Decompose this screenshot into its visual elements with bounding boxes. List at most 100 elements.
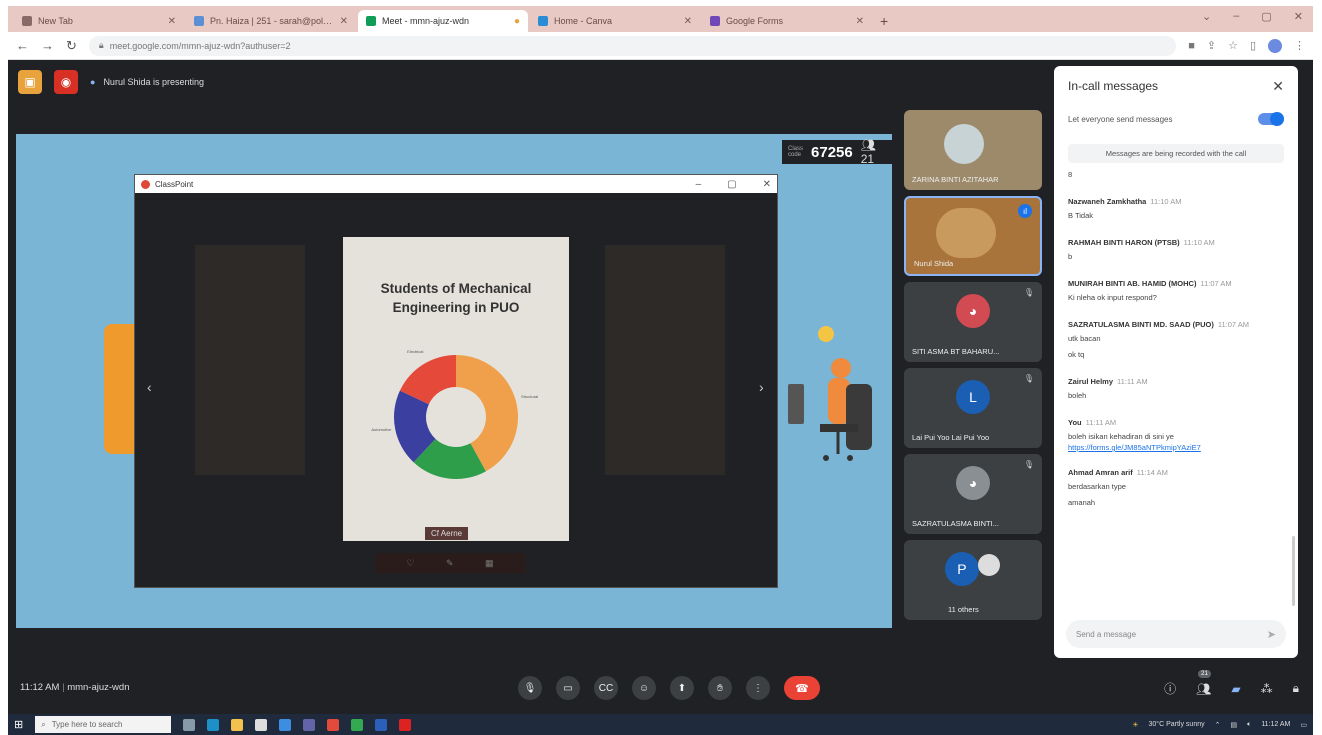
recording-icon[interactable]: ◉ (54, 70, 78, 94)
participant-video (936, 208, 996, 258)
participant-tile[interactable]: ZARINA BINTI AZITAHAR (904, 110, 1042, 190)
tab-search-icon[interactable]: ⌄ (1202, 10, 1211, 23)
reload-icon[interactable]: ↻ (66, 38, 77, 54)
participant-photo: ◕ (956, 294, 990, 328)
windows-start-icon[interactable]: ⊞ (14, 718, 23, 731)
prev-slide-icon[interactable]: ‹ (147, 379, 152, 395)
message-text: boleh isikan kehadiran di sini ye (1068, 432, 1174, 441)
cp-close-icon[interactable]: ✕ (763, 179, 771, 190)
profile-avatar[interactable] (1268, 38, 1282, 53)
host-controls-icon[interactable]: 🔒︎ (1293, 681, 1299, 696)
meeting-code: mmn-ajuz-wdn (67, 682, 130, 693)
browser-tab[interactable]: Pn. Haiza | 251 - sarah@polisas... ✕ (186, 10, 356, 32)
captions-icon[interactable]: CC (594, 676, 618, 700)
meeting-time-and-code: 11:12 AM | mmn-ajuz-wdn (20, 682, 130, 693)
people-icon[interactable]: 👥︎ 21 (1196, 669, 1211, 696)
present-icon[interactable]: ⬆ (670, 676, 694, 700)
browser-tab[interactable]: New Tab ✕ (14, 10, 184, 32)
send-messages-toggle[interactable] (1258, 112, 1284, 126)
grid-icon[interactable]: ▦ (485, 558, 494, 569)
close-window-icon[interactable]: ✕ (1294, 10, 1303, 23)
message-sender: Nazwaneh Zamkhatha (1068, 197, 1147, 206)
tray-chevron-icon[interactable]: ⌃ (1215, 721, 1221, 729)
sidepanel-icon[interactable]: ▯ (1250, 39, 1256, 52)
chat-icon[interactable]: ▰ (1231, 682, 1240, 696)
forward-icon[interactable]: → (41, 38, 54, 53)
volume-icon[interactable]: 🔈︎ (1247, 721, 1251, 729)
new-tab-button[interactable]: + (874, 13, 894, 32)
mic-icon[interactable]: 🎙︎ (518, 676, 542, 700)
taskbar-search[interactable]: ⌕ Type here to search (35, 716, 172, 733)
slide-title-line: Students of Mechanical (380, 281, 532, 296)
activities-icon[interactable]: ⁂ (1261, 682, 1273, 696)
menu-icon[interactable]: ⋮ (1294, 39, 1305, 52)
next-slide-icon[interactable]: › (759, 379, 764, 395)
more-options-icon[interactable]: ⋮ (746, 676, 770, 700)
heart-icon[interactable]: ♡ (406, 558, 414, 569)
tab-close-icon[interactable]: ✕ (684, 16, 692, 27)
donut-category-label: Automotive (371, 427, 392, 432)
info-icon[interactable]: ⓘ (1164, 680, 1176, 697)
classpoint-titlebar: ClassPoint – ▢ ✕ (135, 175, 777, 193)
maximize-icon[interactable]: ▢ (1261, 10, 1271, 23)
explorer-icon[interactable] (231, 718, 244, 731)
message-time: 11:14 AM (1136, 468, 1168, 477)
acrobat-icon[interactable] (399, 718, 412, 731)
message-sender: SAZRATULASMA BINTI MD. SAAD (PUO) (1068, 320, 1214, 329)
notifications-icon[interactable]: ▭ (1300, 721, 1307, 729)
chrome-icon[interactable] (351, 718, 364, 731)
activities-icon[interactable]: ▣ (18, 70, 42, 94)
tab-close-icon[interactable]: ✕ (856, 16, 864, 27)
emoji-icon[interactable]: ☺ (632, 676, 656, 700)
word-icon[interactable] (375, 718, 388, 731)
cp-maximize-icon[interactable]: ▢ (727, 179, 736, 190)
tab-close-icon[interactable]: ● (514, 16, 520, 27)
toggle-label: Let everyone send messages (1068, 114, 1173, 124)
chat-scrollbar[interactable] (1292, 536, 1295, 606)
cp-minimize-icon[interactable]: – (696, 179, 702, 190)
store-icon[interactable] (255, 718, 268, 731)
pen-icon[interactable]: ✎ (446, 558, 454, 569)
slide: Students of Mechanical Engineering in PU… (343, 237, 569, 541)
edge-icon[interactable] (207, 718, 220, 731)
participant-tile-speaking[interactable]: ıl Nurul Shida (904, 196, 1042, 276)
participant-name: Nurul Shida (914, 259, 954, 268)
participant-tile[interactable]: L 🎙︎ Lai Pui Yoo Lai Pui Yoo (904, 368, 1042, 448)
address-bar[interactable]: 🔒︎ meet.google.com/mmn-ajuz-wdn?authuser… (88, 35, 1177, 56)
message-text: 8 (1068, 170, 1073, 179)
tab-close-icon[interactable]: ✕ (168, 16, 176, 27)
bookmark-star-icon[interactable]: ☆ (1228, 39, 1238, 52)
browser-tab-active[interactable]: Meet - mmn-ajuz-wdn ● (358, 10, 528, 32)
speaking-icon: ıl (1018, 204, 1032, 218)
tab-close-icon[interactable]: ✕ (340, 16, 348, 27)
share-icon[interactable]: ⇪ (1207, 39, 1216, 52)
send-icon[interactable]: ➤ (1267, 628, 1276, 641)
message-time: 11:11 AM (1117, 377, 1148, 386)
message-text: Ki nleha ok input respond? (1068, 293, 1157, 302)
task-view-icon[interactable] (183, 718, 196, 731)
camera-icon[interactable]: ■ (1188, 40, 1195, 52)
mail-icon[interactable] (279, 718, 292, 731)
browser-tab[interactable]: Home - Canva ✕ (530, 10, 700, 32)
message-time: 11:10 AM (1150, 197, 1182, 206)
participant-tile-others[interactable]: P 11 others (904, 540, 1042, 620)
back-icon[interactable]: ← (16, 38, 29, 53)
message-text: ok tq (1068, 350, 1085, 359)
raise-hand-icon[interactable]: ✋︎ (708, 676, 732, 700)
end-call-icon[interactable]: ☎︎ (784, 676, 820, 700)
camera-icon[interactable]: ▭ (556, 676, 580, 700)
network-icon[interactable]: ▤ (1230, 721, 1237, 729)
minimize-icon[interactable]: – (1233, 10, 1239, 23)
close-icon[interactable]: ✕ (1272, 78, 1284, 95)
background-card (195, 245, 305, 475)
browser-tab[interactable]: Google Forms ✕ (702, 10, 872, 32)
chat-header: In-call messages ✕ (1054, 66, 1298, 106)
search-placeholder: Type here to search (51, 720, 123, 729)
message-input[interactable]: Send a message ➤ (1066, 620, 1286, 648)
chat-message: MUNIRAH BINTI AB. HAMID (MOHC) 11:07 AM K… (1068, 279, 1284, 304)
participant-tile[interactable]: ◕ 🎙︎ SAZRATULASMA BINTI... (904, 454, 1042, 534)
teams-icon[interactable] (303, 718, 316, 731)
chrome-icon[interactable] (327, 718, 340, 731)
message-link[interactable]: https://forms.gle/JM85aNTPkmipYAziE7 (1068, 443, 1284, 452)
participant-tile[interactable]: ◕ 🎙︎ SITI ASMA BT BAHARU... (904, 282, 1042, 362)
